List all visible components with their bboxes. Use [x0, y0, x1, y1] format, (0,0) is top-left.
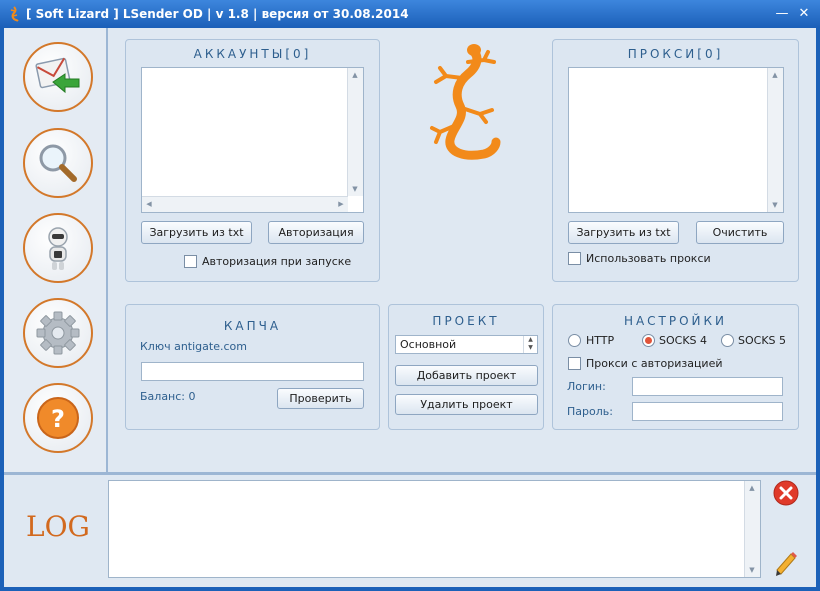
log-textarea[interactable]: ▲ ▼ — [108, 480, 761, 578]
log-vscroll[interactable]: ▲ ▼ — [744, 481, 760, 577]
balance-label: Баланс: 0 — [140, 390, 196, 403]
scroll-up-icon[interactable]: ▲ — [745, 481, 759, 495]
title-bar: [ Soft Lizard ] LSender OD | v 1.8 | вер… — [0, 0, 820, 28]
proxies-panel: ПРОКСИ[0] ▲ ▼ Загрузить из txt Очистить … — [552, 39, 799, 282]
project-panel: ПРОЕКТ Основной ▲ ▼ Добавить проект Удали… — [388, 304, 544, 430]
captcha-check-button[interactable]: Проверить — [277, 388, 364, 409]
edit-pencil-icon[interactable] — [773, 548, 799, 578]
proxies-clear-button[interactable]: Очистить — [696, 221, 784, 244]
accounts-load-button[interactable]: Загрузить из txt — [141, 221, 252, 244]
log-label: LOG — [26, 510, 90, 543]
proxies-load-button[interactable]: Загрузить из txt — [568, 221, 679, 244]
sidebar-item-settings[interactable] — [23, 298, 93, 368]
scroll-down-icon[interactable]: ▼ — [745, 563, 759, 577]
sidebar-item-help[interactable]: ? — [23, 383, 93, 453]
robot-icon — [48, 227, 68, 270]
auth-on-start-label: Авторизация при запуске — [202, 255, 352, 268]
main-client-area: ? АККАУНТЫ[0] ▲ ▼ ◀ ▶ Загрузить из txt А… — [4, 28, 816, 587]
log-splitter[interactable] — [4, 472, 816, 475]
captcha-panel: КАПЧА Ключ antigate.com Баланс: 0 Провер… — [125, 304, 380, 430]
gear-icon — [36, 311, 80, 355]
use-proxy-label: Использовать прокси — [586, 252, 711, 265]
antigate-key-input[interactable] — [141, 362, 364, 381]
clear-log-icon[interactable] — [772, 479, 800, 507]
password-label: Пароль: — [567, 405, 613, 418]
accounts-auth-button[interactable]: Авторизация — [268, 221, 364, 244]
add-project-button[interactable]: Добавить проект — [395, 365, 538, 386]
antigate-key-label: Ключ antigate.com — [140, 340, 247, 353]
accounts-hscroll[interactable]: ◀ ▶ — [142, 196, 348, 212]
login-input[interactable] — [632, 377, 783, 396]
proxies-vscroll[interactable]: ▲ ▼ — [767, 68, 783, 212]
minimize-button[interactable]: — — [772, 4, 792, 24]
close-button[interactable]: ✕ — [794, 4, 814, 24]
proxy-type-socks4-radio[interactable] — [642, 334, 655, 347]
spin-arrows-icon[interactable]: ▲ ▼ — [523, 336, 537, 353]
mail-send-icon — [35, 57, 80, 94]
project-title: ПРОЕКТ — [432, 314, 500, 328]
proxy-type-socks4-label: SOCKS 4 — [659, 334, 708, 347]
proxy-type-socks5-radio[interactable] — [721, 334, 734, 347]
login-label: Логин: — [567, 380, 606, 393]
help-icon: ? — [37, 397, 79, 439]
proxy-type-socks5-label: SOCKS 5 — [738, 334, 787, 347]
accounts-panel: АККАУНТЫ[0] ▲ ▼ ◀ ▶ Загрузить из txt Авт… — [125, 39, 380, 282]
settings-title: НАСТРОЙКИ — [623, 314, 728, 328]
proxy-type-http-label: HTTP — [586, 334, 615, 347]
accounts-list[interactable]: ▲ ▼ ◀ ▶ — [141, 67, 364, 213]
scroll-left-icon[interactable]: ◀ — [142, 197, 156, 211]
settings-panel: НАСТРОЙКИ HTTP SOCKS 4 SOCKS 5 Прокси с … — [552, 304, 799, 430]
auth-on-start-checkbox[interactable] — [184, 255, 197, 268]
proxy-auth-label: Прокси с авторизацией — [586, 357, 723, 370]
lizard-logo — [430, 44, 501, 160]
sidebar-item-bot[interactable] — [23, 213, 93, 283]
project-select-value: Основной — [400, 338, 457, 351]
magnifier-icon — [39, 144, 77, 182]
proxies-list[interactable]: ▲ ▼ — [568, 67, 784, 213]
window-title: [ Soft Lizard ] LSender OD | v 1.8 | вер… — [26, 7, 409, 21]
proxy-auth-checkbox[interactable] — [568, 357, 581, 370]
delete-project-button[interactable]: Удалить проект — [395, 394, 538, 415]
help-glyph: ? — [51, 405, 65, 433]
scroll-up-icon[interactable]: ▲ — [348, 68, 362, 82]
scroll-right-icon[interactable]: ▶ — [334, 197, 348, 211]
proxy-type-http-radio[interactable] — [568, 334, 581, 347]
scroll-up-icon[interactable]: ▲ — [768, 68, 782, 82]
proxies-title: ПРОКСИ[0] — [627, 47, 724, 61]
sidebar: ? — [4, 28, 108, 472]
sidebar-item-search[interactable] — [23, 128, 93, 198]
password-input[interactable] — [632, 402, 783, 421]
scroll-down-icon[interactable]: ▼ — [768, 198, 782, 212]
captcha-title: КАПЧА — [223, 319, 282, 333]
lizard-app-icon — [10, 6, 19, 22]
sidebar-item-mailing[interactable] — [23, 42, 93, 112]
project-select[interactable]: Основной ▲ ▼ — [395, 335, 538, 354]
use-proxy-checkbox[interactable] — [568, 252, 581, 265]
accounts-title: АККАУНТЫ[0] — [193, 47, 312, 61]
scroll-down-icon[interactable]: ▼ — [348, 182, 362, 196]
accounts-vscroll[interactable]: ▲ ▼ — [347, 68, 363, 196]
